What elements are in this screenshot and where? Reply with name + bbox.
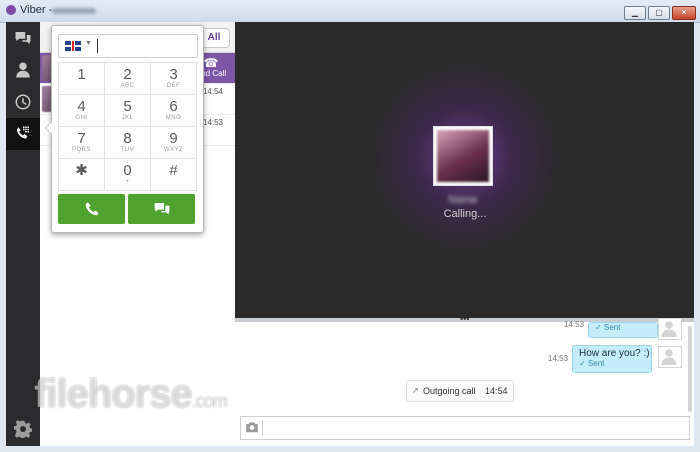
call-status: Calling... [443, 208, 487, 220]
minimize-button[interactable]: ▁ [624, 6, 646, 20]
uk-flag-icon[interactable] [65, 41, 81, 51]
key-9[interactable]: 9 WXYZ [151, 127, 197, 159]
key-star[interactable]: ✱ [59, 159, 105, 191]
outgoing-call-notice: ↗ Outgoing call 14:54 [406, 380, 514, 402]
title-bar: Viber - ▁ ▢ ✕ [0, 0, 700, 23]
close-button[interactable]: ✕ [672, 6, 696, 20]
key-5[interactable]: 5 JKL [105, 95, 151, 127]
key-3[interactable]: 3 DEF [151, 63, 197, 95]
key-8[interactable]: 8 TUV [105, 127, 151, 159]
call-button[interactable] [58, 194, 125, 224]
recents-icon[interactable] [6, 86, 40, 118]
phone-number-input[interactable]: ▼ [58, 34, 198, 58]
maximize-button[interactable]: ▢ [648, 6, 670, 20]
window-title: Viber - [20, 4, 53, 16]
message-time: 14:53 [548, 354, 569, 363]
keypad: 1 2 ABC 3 DEF 4 GHI 5 JKL 6 MNO 7 PQRS 8 TUV 9W… [58, 62, 198, 191]
chat-scrollbar[interactable] [688, 326, 692, 412]
outgoing-call-time: 14:54 [485, 386, 508, 396]
outgoing-call-label: Outgoing call [423, 386, 476, 396]
avatar [658, 346, 682, 368]
message-time: 14:53 [564, 320, 585, 329]
contact-time: 14:53 [202, 118, 223, 127]
gear-icon[interactable] [6, 416, 40, 442]
contacts-icon[interactable] [6, 54, 40, 86]
outgoing-arrow-icon: ↗ [412, 386, 419, 395]
message-button[interactable] [128, 194, 195, 224]
message-bubble[interactable]: ✓ Sent [588, 322, 658, 338]
callee-avatar [433, 126, 493, 186]
dialpad-popup: ▼ 1 2 ABC 3 DEF 4 GHI 5 JKL 6 MNO 7 PQRS 8 TUV … [45, 25, 204, 233]
key-4[interactable]: 4 GHI [59, 95, 105, 127]
contact-time: 14:54 [202, 87, 223, 96]
key-1[interactable]: 1 [59, 63, 105, 95]
call-view: Name Calling... [235, 22, 694, 318]
avatar [658, 318, 682, 340]
chevron-down-icon[interactable]: ▼ [85, 40, 92, 47]
message-input[interactable] [240, 416, 690, 440]
window-title-blurred [52, 8, 96, 14]
key-7[interactable]: 7 PQRS [59, 127, 105, 159]
text-cursor [97, 39, 98, 53]
phone-icon [85, 202, 99, 216]
dialpad-icon[interactable] [6, 118, 40, 150]
chats-icon[interactable] [6, 22, 40, 54]
key-6[interactable]: 6 MNO [151, 95, 197, 127]
message-bubble[interactable]: How are you? :) ✓ Sent [572, 345, 652, 373]
callee-name-blurred: Name [448, 194, 478, 206]
camera-icon[interactable] [245, 420, 263, 435]
key-0[interactable]: 0 + [105, 159, 151, 191]
viber-logo-icon [6, 5, 16, 15]
key-hash[interactable]: # [151, 159, 197, 191]
message-icon [154, 203, 169, 215]
watermark-logo: filehorse.com [34, 372, 228, 416]
key-2[interactable]: 2 ABC [105, 63, 151, 95]
